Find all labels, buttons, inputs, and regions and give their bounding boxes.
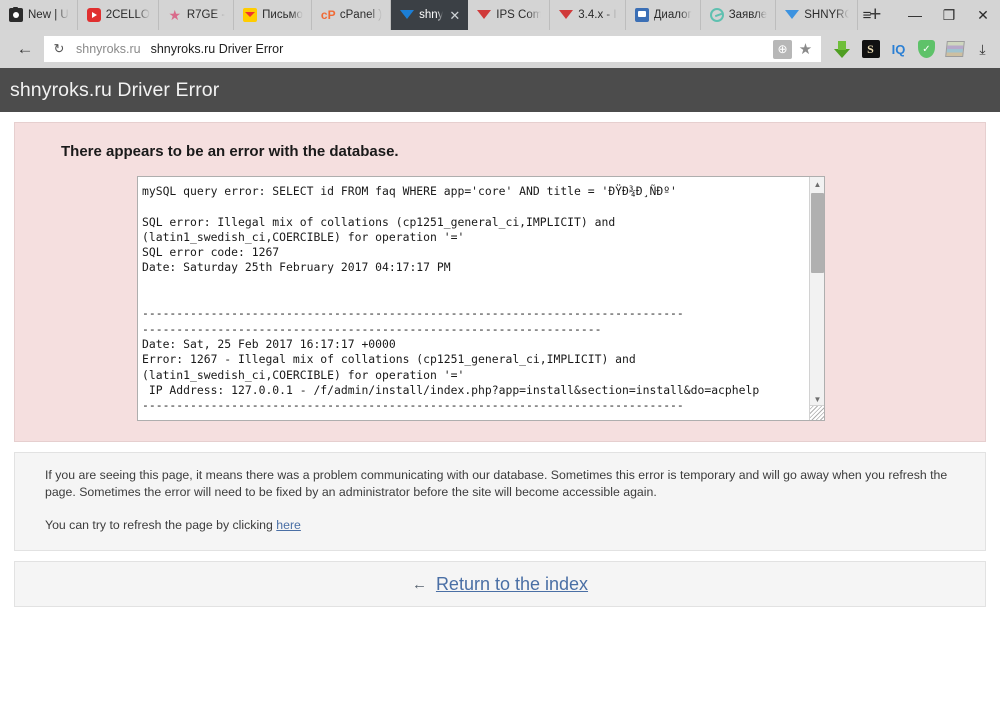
refresh-link[interactable]: here [276,518,301,532]
error-heading: There appears to be an error with the da… [61,143,399,160]
page-header: shnyroks.ru Driver Error [0,68,1000,112]
browser-tab[interactable]: New | U [0,0,78,30]
back-button[interactable]: ← [10,34,40,64]
invision-red-icon [559,8,574,22]
circle-arrow-icon [709,8,724,22]
sql-error-log-text: mySQL query error: SELECT id FROM faq WH… [142,184,760,421]
tab-label: Письмо [262,9,303,21]
tab-label: New | U [28,9,69,21]
star-icon: ★ [168,7,182,23]
cpanel-icon: cP [320,8,336,22]
tab-label: shny [419,9,444,21]
resize-grip[interactable] [809,405,824,420]
window-close-icon[interactable]: ✕ [966,0,1000,30]
invision-blue-icon [785,8,800,22]
savefrom-icon[interactable]: S [861,40,880,59]
explanation-panel: If you are seeing this page, it means th… [14,452,986,551]
reload-icon[interactable]: ↻ [44,36,74,62]
navigation-bar: ← ↻ shnyroks.ru shnyroks.ru Driver Error… [0,30,1000,68]
browser-tab[interactable]: IPS Com [468,0,551,30]
tab-label: SHNYRO [804,9,850,21]
chat-icon [634,8,649,22]
browser-tab[interactable]: cP cPanel ) [311,0,392,30]
browser-tab[interactable]: SHNYRO [776,0,859,30]
invision-red-icon [477,8,492,22]
tab-label: cPanel ) [339,9,383,21]
extension-toolbar: S IQ ✓ ⤓ [821,40,992,59]
refresh-text: You can try to refresh the page by click… [45,518,277,532]
address-bar-actions: ⊕ ★ [773,36,821,62]
scrollbar-thumb[interactable] [811,193,824,273]
scroll-up-icon[interactable]: ▲ [810,177,824,192]
page-title: shnyroks.ru Driver Error [10,78,220,101]
site-info-icon[interactable]: ⊕ [773,39,792,59]
tab-label: Диалог [653,9,692,21]
hamburger-menu-icon[interactable]: ≡ [850,0,884,30]
left-arrow-icon: ← [411,575,427,593]
bookmark-star-icon[interactable]: ★ [796,40,815,59]
browser-chrome: New | U 2CELLO ★ R7GE - Письмо cP cPanel… [0,0,1000,68]
browser-tab-active[interactable]: shny ✕ [391,0,469,30]
tab-label: R7GE - [186,9,226,21]
maximize-icon[interactable]: ❐ [932,0,966,30]
youtube-icon [86,8,101,22]
address-bar-title: shnyroks.ru Driver Error [150,42,284,56]
tab-strip: New | U 2CELLO ★ R7GE - Письмо cP cPanel… [0,0,1000,30]
iq-icon[interactable]: IQ [889,40,908,59]
refresh-paragraph: You can try to refresh the page by click… [45,517,967,534]
textarea-scrollbar[interactable]: ▲ ▼ [809,177,824,420]
window-controls: ≡ — ❐ ✕ [850,0,1000,30]
browser-tab[interactable]: ★ R7GE - [158,0,235,30]
winrar-icon[interactable] [944,40,965,59]
downloads-tray-icon[interactable]: ⤓ [973,40,992,59]
page-content: There appears to be an error with the da… [0,112,1000,607]
explanation-paragraph: If you are seeing this page, it means th… [45,468,948,499]
adguard-shield-icon[interactable]: ✓ [917,40,936,59]
tab-label: 3.4.x - I [578,9,617,21]
page-body: shnyroks.ru Driver Error There appears t… [0,68,1000,607]
download-manager-icon[interactable] [833,40,852,59]
browser-tab[interactable]: Заявле [700,0,777,30]
invision-icon [400,8,415,22]
browser-tab[interactable]: Письмо [234,0,312,30]
return-to-index-link[interactable]: Return to the index [436,574,588,595]
close-icon[interactable]: ✕ [449,9,460,22]
browser-tab[interactable]: 3.4.x - I [550,0,626,30]
tab-label: IPS Com [496,9,542,21]
browser-tab[interactable]: 2CELLO [77,0,159,30]
sql-error-textarea[interactable]: mySQL query error: SELECT id FROM faq WH… [137,176,825,421]
address-bar[interactable]: ↻ shnyroks.ru shnyroks.ru Driver Error ⊕… [44,36,821,62]
return-index-panel: ← Return to the index [14,561,986,607]
camera-icon [9,7,23,22]
tab-label: 2CELLO [105,9,150,21]
tab-label: Заявле [728,9,768,21]
address-bar-domain: shnyroks.ru [76,42,141,56]
browser-tab[interactable]: Диалог [625,0,701,30]
yandex-mail-icon [243,8,258,22]
minimize-icon[interactable]: — [898,0,932,30]
database-error-panel: There appears to be an error with the da… [14,122,986,442]
tab-list: New | U 2CELLO ★ R7GE - Письмо cP cPanel… [0,0,892,30]
